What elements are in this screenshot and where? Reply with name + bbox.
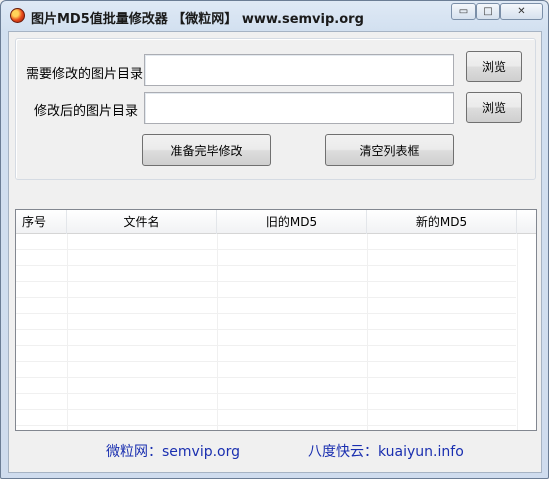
list-row xyxy=(16,298,516,314)
column-index[interactable]: 序号 xyxy=(16,210,67,234)
list-row xyxy=(16,362,516,378)
list-row xyxy=(16,314,516,330)
target-dir-label: 修改后的图片目录 xyxy=(34,104,139,119)
source-dir-label: 需要修改的图片目录 xyxy=(26,67,144,82)
list-body xyxy=(16,234,536,430)
file-list[interactable]: 序号 文件名 旧的MD5 新的MD5 xyxy=(15,209,537,431)
column-old-md5[interactable]: 旧的MD5 xyxy=(217,210,367,234)
close-icon: ✕ xyxy=(517,6,526,17)
app-window: 图片MD5值批量修改器 【微粒网】 www.semvip.org ▭ □ ✕ 需… xyxy=(0,0,549,479)
browse-source-button[interactable]: 浏览 xyxy=(466,51,522,82)
title-bar[interactable]: 图片MD5值批量修改器 【微粒网】 www.semvip.org ▭ □ ✕ xyxy=(1,1,548,31)
ready-modify-button[interactable]: 准备完毕修改 xyxy=(142,134,271,166)
browse-target-button[interactable]: 浏览 xyxy=(466,92,522,123)
list-row xyxy=(16,410,516,426)
window-title: 图片MD5值批量修改器 【微粒网】 www.semvip.org xyxy=(31,12,364,27)
close-button[interactable]: ✕ xyxy=(500,3,543,20)
maximize-button[interactable]: □ xyxy=(476,3,500,20)
grid-line xyxy=(517,234,518,430)
list-row xyxy=(16,266,516,282)
client-area: 需要修改的图片目录 浏览 修改后的图片目录 浏览 准备完毕修改 清空列表框 序号… xyxy=(8,31,542,473)
column-new-md5[interactable]: 新的MD5 xyxy=(367,210,517,234)
list-row xyxy=(16,378,516,394)
column-filename[interactable]: 文件名 xyxy=(67,210,217,234)
kuaiyun-link[interactable]: 八度快云：kuaiyun.info xyxy=(308,441,464,461)
semvip-link[interactable]: 微粒网：semvip.org xyxy=(106,441,240,461)
maximize-icon: □ xyxy=(483,6,493,17)
list-header: 序号 文件名 旧的MD5 新的MD5 xyxy=(16,210,536,234)
list-row xyxy=(16,250,516,266)
minimize-icon: ▭ xyxy=(458,6,469,17)
clear-list-button[interactable]: 清空列表框 xyxy=(325,134,454,166)
list-row xyxy=(16,394,516,410)
app-icon xyxy=(10,8,25,23)
list-row xyxy=(16,282,516,298)
list-row xyxy=(16,346,516,362)
list-row xyxy=(16,234,516,250)
directory-groupbox: 需要修改的图片目录 浏览 修改后的图片目录 浏览 准备完毕修改 清空列表框 xyxy=(15,38,536,180)
list-row xyxy=(16,330,516,346)
target-dir-input[interactable] xyxy=(144,92,454,124)
minimize-button[interactable]: ▭ xyxy=(451,3,476,20)
source-dir-input[interactable] xyxy=(144,54,454,86)
column-filler xyxy=(517,210,536,234)
